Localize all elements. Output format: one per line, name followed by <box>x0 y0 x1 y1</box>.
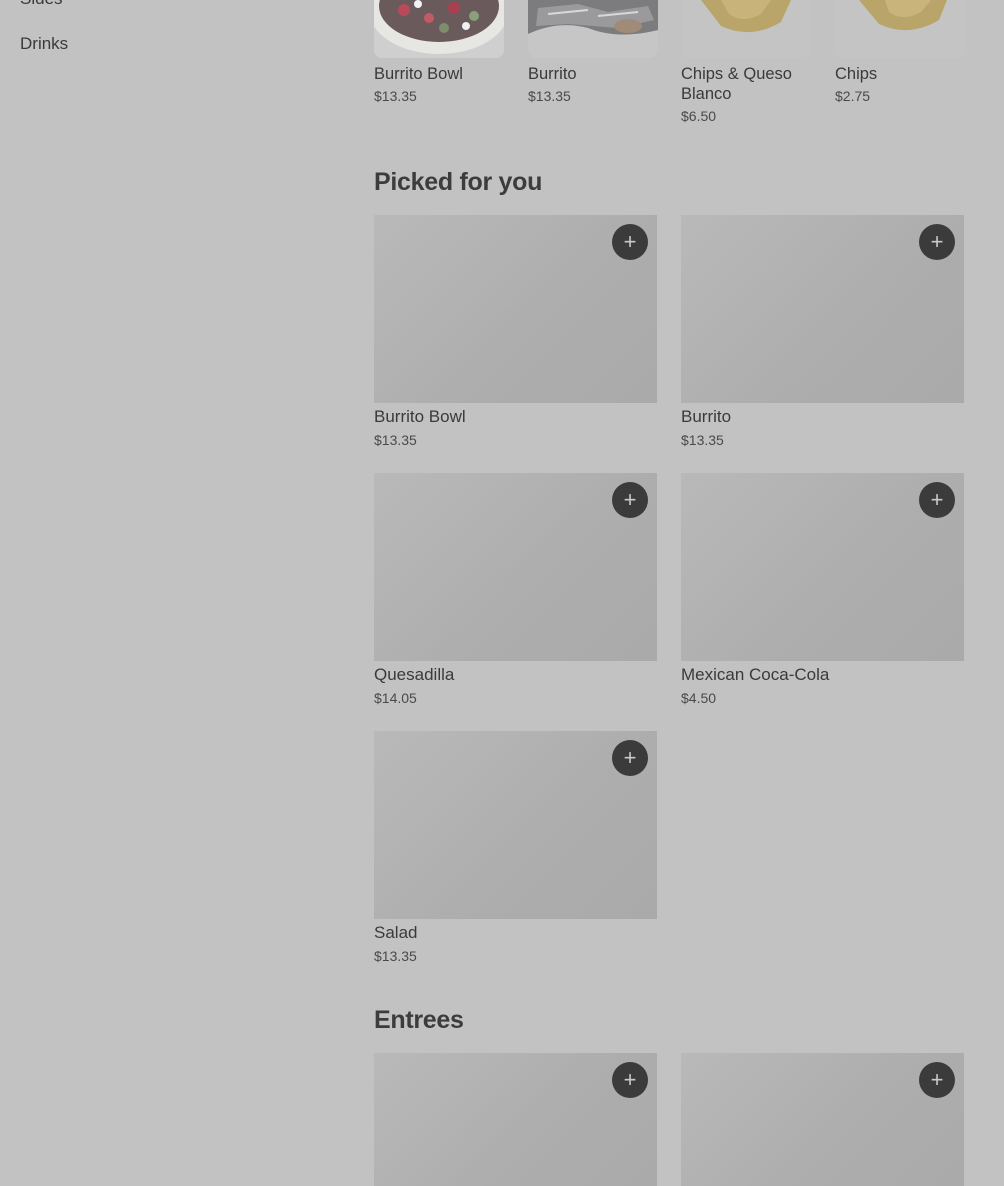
chips-image <box>835 0 965 58</box>
menu-item-name: Burrito Bowl <box>374 407 466 426</box>
featured-item-price: $2.75 <box>835 88 871 104</box>
menu-item-name: Salad <box>374 923 418 942</box>
featured-item-name: Chips <box>835 65 878 83</box>
menu-item-image: + <box>374 215 657 403</box>
featured-item-price: $13.35 <box>528 88 571 104</box>
menu-item-price: $13.35 <box>374 432 417 448</box>
menu-item-image: + <box>374 473 657 661</box>
menu-card-mexican-coca-cola[interactable]: + Mexican Coca-Cola $4.50 <box>681 473 964 706</box>
plus-icon: + <box>930 1067 944 1092</box>
menu-item-name: Burrito <box>681 407 732 426</box>
sidebar-item-sides[interactable]: Sides <box>20 0 63 9</box>
add-item-button[interactable]: + <box>919 482 955 518</box>
add-item-button[interactable]: + <box>612 740 648 776</box>
menu-item-image: + <box>374 1053 657 1186</box>
featured-item-name: Burrito <box>528 65 577 83</box>
sidebar-item-drinks[interactable]: Drinks <box>20 34 68 54</box>
section-title-picked-for-you: Picked for you <box>374 168 543 196</box>
menu-item-price: $13.35 <box>374 948 417 964</box>
add-item-button[interactable]: + <box>612 1062 648 1098</box>
plus-icon: + <box>623 1067 637 1092</box>
plus-icon: + <box>623 229 637 254</box>
menu-card-entree[interactable]: + <box>681 1053 964 1186</box>
featured-item-name: Burrito Bowl <box>374 65 463 83</box>
add-item-button[interactable]: + <box>919 224 955 260</box>
menu-item-name: Mexican Coca-Cola <box>681 665 830 684</box>
menu-item-price: $14.05 <box>374 690 417 706</box>
featured-carousel: Burrito Bowl $13.35 Burrito $13.35 Chips… <box>374 0 965 140</box>
menu-item-image: + <box>681 215 964 403</box>
featured-card-chips-queso[interactable]: Chips & Queso Blanco $6.50 <box>681 0 811 124</box>
add-item-button[interactable]: + <box>919 1062 955 1098</box>
plus-icon: + <box>623 745 637 770</box>
menu-card-salad[interactable]: + Salad $13.35 <box>374 731 657 964</box>
featured-card-burrito-bowl[interactable]: Burrito Bowl $13.35 <box>374 0 504 104</box>
menu-item-image: + <box>681 473 964 661</box>
plus-icon: + <box>623 487 637 512</box>
chips-queso-image <box>681 0 811 58</box>
add-item-button[interactable]: + <box>612 482 648 518</box>
menu-card-quesadilla[interactable]: + Quesadilla $14.05 <box>374 473 657 706</box>
featured-item-price: $6.50 <box>681 108 717 124</box>
menu-card-burrito-bowl[interactable]: + Burrito Bowl $13.35 <box>374 215 657 448</box>
featured-card-burrito[interactable]: Burrito $13.35 <box>528 0 658 104</box>
featured-item-name: Chips & Queso Blanco <box>681 65 792 103</box>
featured-card-chips[interactable]: Chips $2.75 <box>835 0 965 104</box>
burrito-bowl-image <box>374 0 504 58</box>
menu-item-image: + <box>681 1053 964 1186</box>
plus-icon: + <box>930 487 944 512</box>
section-title-entrees: Entrees <box>374 1006 464 1034</box>
add-item-button[interactable]: + <box>612 224 648 260</box>
menu-item-price: $4.50 <box>681 690 717 706</box>
featured-item-price: $13.35 <box>374 88 417 104</box>
menu-item-price: $13.35 <box>681 432 724 448</box>
plus-icon: + <box>930 229 944 254</box>
menu-item-name: Quesadilla <box>374 665 455 684</box>
burrito-image <box>528 0 658 58</box>
menu-card-burrito[interactable]: + Burrito $13.35 <box>681 215 964 448</box>
menu-page: Sides Drinks Burrito Bowl $ <box>0 0 1004 1186</box>
menu-item-image: + <box>374 731 657 919</box>
menu-card-entree[interactable]: + <box>374 1053 657 1186</box>
